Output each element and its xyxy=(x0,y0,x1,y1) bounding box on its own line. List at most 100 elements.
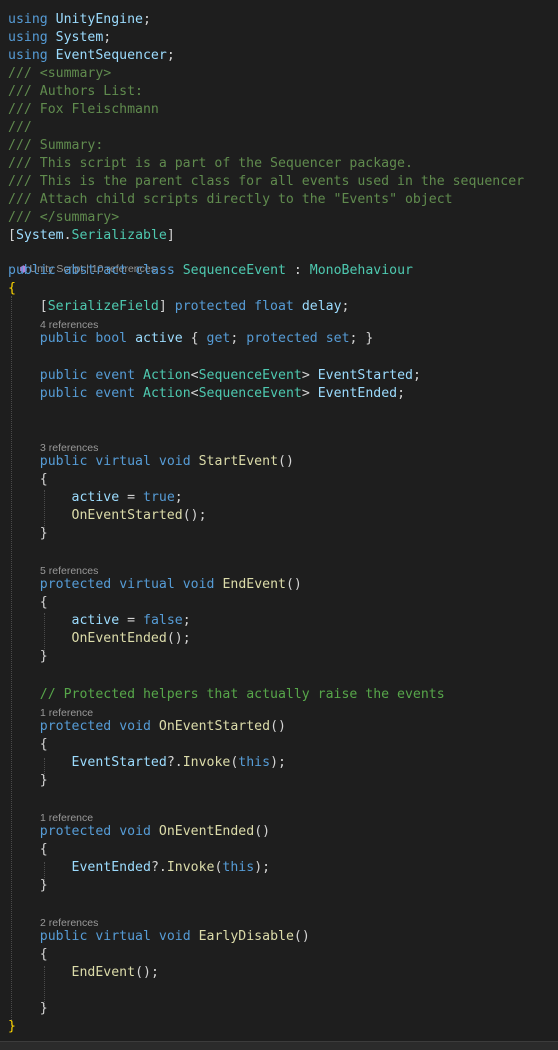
code-line[interactable]: protected void OnEventStarted() xyxy=(8,718,558,736)
code-line[interactable] xyxy=(8,982,558,1000)
code-line[interactable]: } xyxy=(8,525,558,543)
type-token: Serializable xyxy=(71,228,167,243)
code-line[interactable]: { xyxy=(8,841,558,859)
brace-token: { xyxy=(8,281,16,296)
punctuation-token: [ xyxy=(8,228,16,243)
type-token: Action xyxy=(143,386,191,401)
horizontal-scrollbar[interactable] xyxy=(0,1041,558,1050)
code-line[interactable]: /// xyxy=(8,119,558,137)
code-line[interactable]: using System; xyxy=(8,29,558,47)
punctuation-token xyxy=(8,719,40,734)
doc-comment-token: /// Authors List: xyxy=(8,84,143,99)
code-line[interactable]: OnEventEnded(); xyxy=(8,630,558,648)
code-line[interactable]: } xyxy=(8,648,558,666)
code-line[interactable]: public event Action<SequenceEvent> Event… xyxy=(8,367,558,385)
function-token: EndEvent xyxy=(222,577,286,592)
code-line[interactable]: /// Attach child scripts directly to the… xyxy=(8,191,558,209)
punctuation-token: { xyxy=(182,331,207,346)
code-line[interactable]: protected virtual void EndEvent() xyxy=(8,576,558,594)
keyword-token: class xyxy=(135,263,175,278)
code-line[interactable]: /// Fox Fleischmann xyxy=(8,101,558,119)
code-line[interactable]: } xyxy=(8,1018,558,1036)
code-line[interactable]: public bool active { get; protected set;… xyxy=(8,330,558,348)
keyword-token: void xyxy=(158,454,191,469)
punctuation-token: } xyxy=(8,1001,48,1016)
comment-token: // Protected helpers that actually raise… xyxy=(39,687,445,702)
code-line[interactable]: EventStarted?.Invoke(this); xyxy=(8,754,558,772)
punctuation-token: ); xyxy=(270,755,286,770)
keyword-token: float xyxy=(254,299,294,314)
punctuation-token: ?. xyxy=(150,860,167,875)
code-line[interactable]: /// <summary> xyxy=(8,65,558,83)
code-line[interactable]: EventEnded?.Invoke(this); xyxy=(8,859,558,877)
code-line[interactable]: { xyxy=(8,736,558,754)
identifier-token: active xyxy=(71,490,120,505)
code-line[interactable]: } xyxy=(8,1000,558,1018)
punctuation-token xyxy=(8,368,40,383)
punctuation-token: < xyxy=(190,386,199,401)
code-line[interactable]: /// This is the parent class for all eve… xyxy=(8,173,558,191)
punctuation-token xyxy=(151,454,159,469)
code-line[interactable]: using EventSequencer; xyxy=(8,47,558,65)
identifier-token: System xyxy=(15,228,64,243)
code-line[interactable]: [System.Serializable] xyxy=(8,227,558,245)
keyword-token: using xyxy=(8,48,48,63)
punctuation-token xyxy=(318,331,326,346)
doc-comment-token: /// Attach child scripts directly to the… xyxy=(8,192,453,207)
code-line[interactable]: public virtual void EarlyDisable() xyxy=(8,928,558,946)
punctuation-token: { xyxy=(8,737,48,752)
code-line[interactable]: active = false; xyxy=(8,612,558,630)
code-line[interactable]: } xyxy=(8,772,558,790)
punctuation-token: ; xyxy=(103,30,112,45)
code-line[interactable]: /// Authors List: xyxy=(8,83,558,101)
code-line[interactable]: { xyxy=(8,471,558,489)
punctuation-token xyxy=(8,490,72,505)
code-line[interactable]: active = true; xyxy=(8,489,558,507)
keyword-token: public xyxy=(39,454,88,469)
code-line[interactable]: using UnityEngine; xyxy=(8,11,558,29)
code-line[interactable]: [SerializeField] protected float delay; xyxy=(8,298,558,316)
code-line[interactable] xyxy=(8,348,558,366)
code-line[interactable]: protected void OnEventEnded() xyxy=(8,823,558,841)
keyword-token: using xyxy=(8,12,48,27)
punctuation-token xyxy=(175,263,183,278)
punctuation-token xyxy=(111,577,119,592)
punctuation-token: ; xyxy=(174,490,183,505)
code-line[interactable]: // Protected helpers that actually raise… xyxy=(8,686,558,704)
doc-comment-token: /// This is the parent class for all eve… xyxy=(8,174,525,189)
keyword-token: public xyxy=(39,386,88,401)
punctuation-token xyxy=(8,687,40,702)
code-line[interactable]: { xyxy=(8,280,558,298)
code-line[interactable]: /// This script is a part of the Sequenc… xyxy=(8,155,558,173)
punctuation-token: = xyxy=(119,613,143,628)
type-token: MonoBehaviour xyxy=(309,263,413,278)
type-token: SequenceEvent xyxy=(198,386,302,401)
punctuation-token: > xyxy=(301,386,318,401)
code-line[interactable]: public event Action<SequenceEvent> Event… xyxy=(8,385,558,403)
punctuation-token xyxy=(294,299,302,314)
punctuation-token: ; } xyxy=(349,331,374,346)
punctuation-token: ; xyxy=(413,368,421,383)
code-line[interactable]: /// </summary> xyxy=(8,209,558,227)
type-token: SequenceEvent xyxy=(198,368,302,383)
code-line[interactable]: public virtual void StartEvent() xyxy=(8,453,558,471)
punctuation-token: ; xyxy=(143,12,151,27)
punctuation-token xyxy=(127,263,135,278)
punctuation-token xyxy=(175,577,183,592)
punctuation-token xyxy=(111,824,119,839)
codelens-unity-script[interactable]: ⬢ Unity Script | 10 references xyxy=(8,248,156,275)
code-line[interactable]: OnEventStarted(); xyxy=(8,507,558,525)
keyword-token: using xyxy=(8,30,48,45)
code-line[interactable]: { xyxy=(8,946,558,964)
code-line[interactable]: EndEvent(); xyxy=(8,964,558,982)
punctuation-token xyxy=(8,386,40,401)
code-line[interactable]: { xyxy=(8,594,558,612)
code-line[interactable]: } xyxy=(8,877,558,895)
function-token: StartEvent xyxy=(198,454,279,469)
punctuation-token xyxy=(48,30,56,45)
code-line[interactable]: public abstract class SequenceEvent : Mo… xyxy=(8,262,558,280)
punctuation-token: { xyxy=(8,472,48,487)
code-line[interactable]: /// Summary: xyxy=(8,137,558,155)
punctuation-token: } xyxy=(8,773,48,788)
code-editor[interactable]: using UnityEngine; using System; using E… xyxy=(0,0,558,1050)
